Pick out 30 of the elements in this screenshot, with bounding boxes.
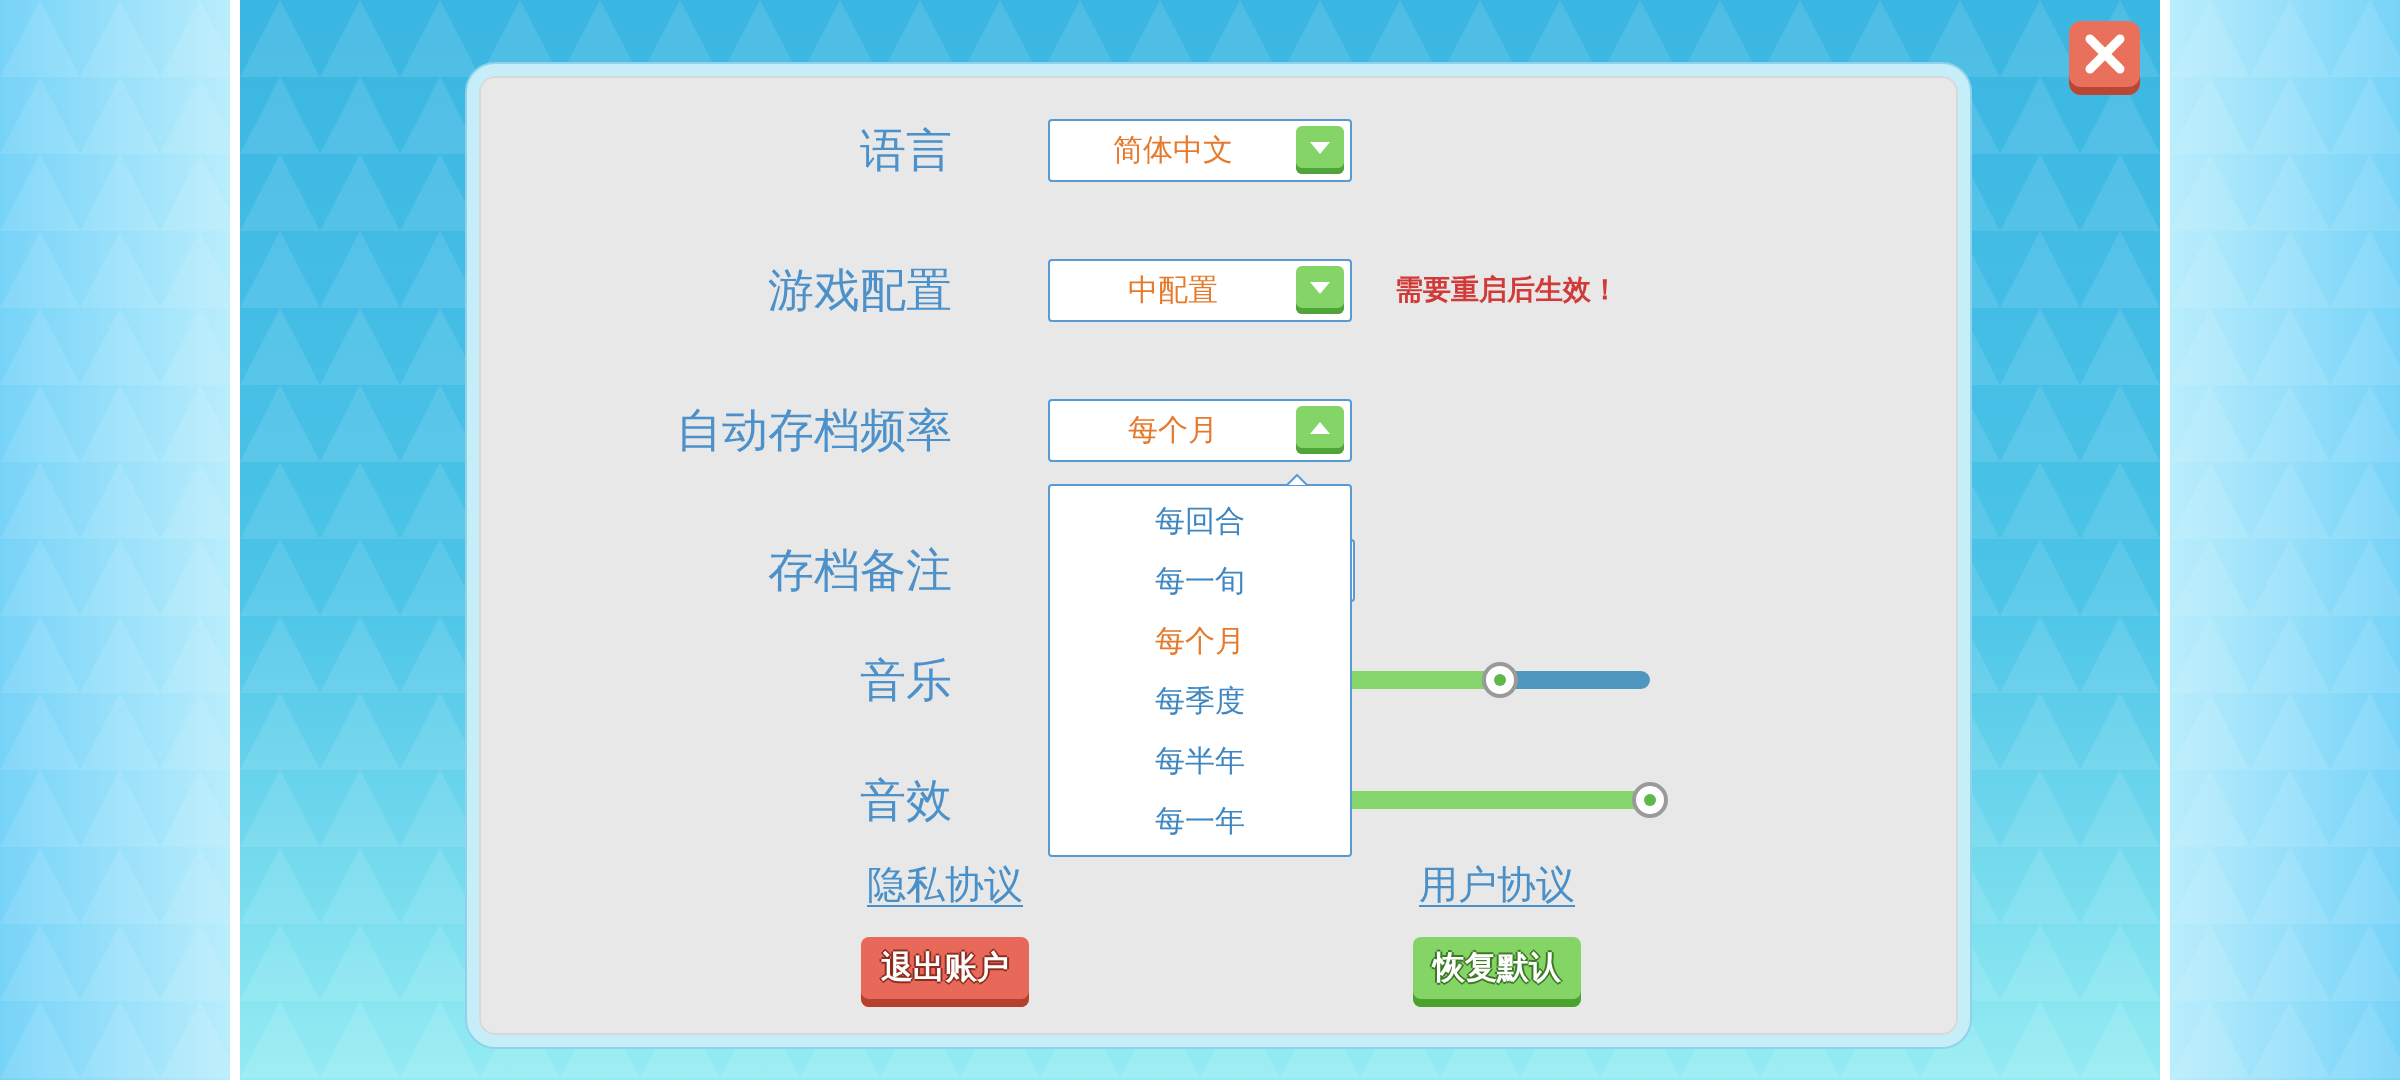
- caret-down-icon: [1310, 281, 1330, 294]
- dropdown-select[interactable]: 简体中文: [1048, 118, 1352, 182]
- dropdown-select[interactable]: 每个月: [1048, 398, 1352, 462]
- logout-button[interactable]: 退出账户: [861, 937, 1029, 1007]
- slider-thumb[interactable]: [1632, 782, 1668, 818]
- dropdown-toggle[interactable]: [1296, 126, 1344, 174]
- restart-note: 需要重启后生效！: [1395, 272, 1619, 308]
- dropdown-option[interactable]: 每半年: [1050, 731, 1350, 792]
- caret-down-icon: [1310, 141, 1330, 154]
- dropdown-toggle[interactable]: [1296, 266, 1344, 314]
- reset-button[interactable]: 恢复默认: [1413, 937, 1581, 1007]
- close-icon: [2083, 33, 2126, 75]
- caret-up-icon: [1310, 421, 1330, 434]
- setting-label: 自动存档频率: [675, 404, 952, 456]
- setting-label: 语言: [859, 124, 952, 176]
- dropdown-option[interactable]: 每回合: [1050, 491, 1350, 552]
- dropdown-toggle[interactable]: [1296, 406, 1344, 454]
- dropdown-option[interactable]: 每一旬: [1050, 551, 1350, 612]
- setting-label: 游戏配置: [767, 264, 952, 316]
- dropdown-option[interactable]: 每一年: [1050, 791, 1350, 852]
- slider-thumb[interactable]: [1482, 662, 1518, 698]
- dropdown-option[interactable]: 每季度: [1050, 671, 1350, 732]
- dropdown-select[interactable]: 中配置: [1048, 258, 1352, 322]
- setting-label: 存档备注: [767, 544, 952, 596]
- agreement-link[interactable]: 用户协议: [1419, 858, 1575, 912]
- close-button[interactable]: [2069, 21, 2140, 95]
- dropdown-option[interactable]: 每个月: [1050, 611, 1350, 672]
- setting-label: 音乐: [859, 654, 952, 706]
- agreement-link[interactable]: 隐私协议: [867, 858, 1023, 912]
- setting-label: 音效: [859, 774, 952, 826]
